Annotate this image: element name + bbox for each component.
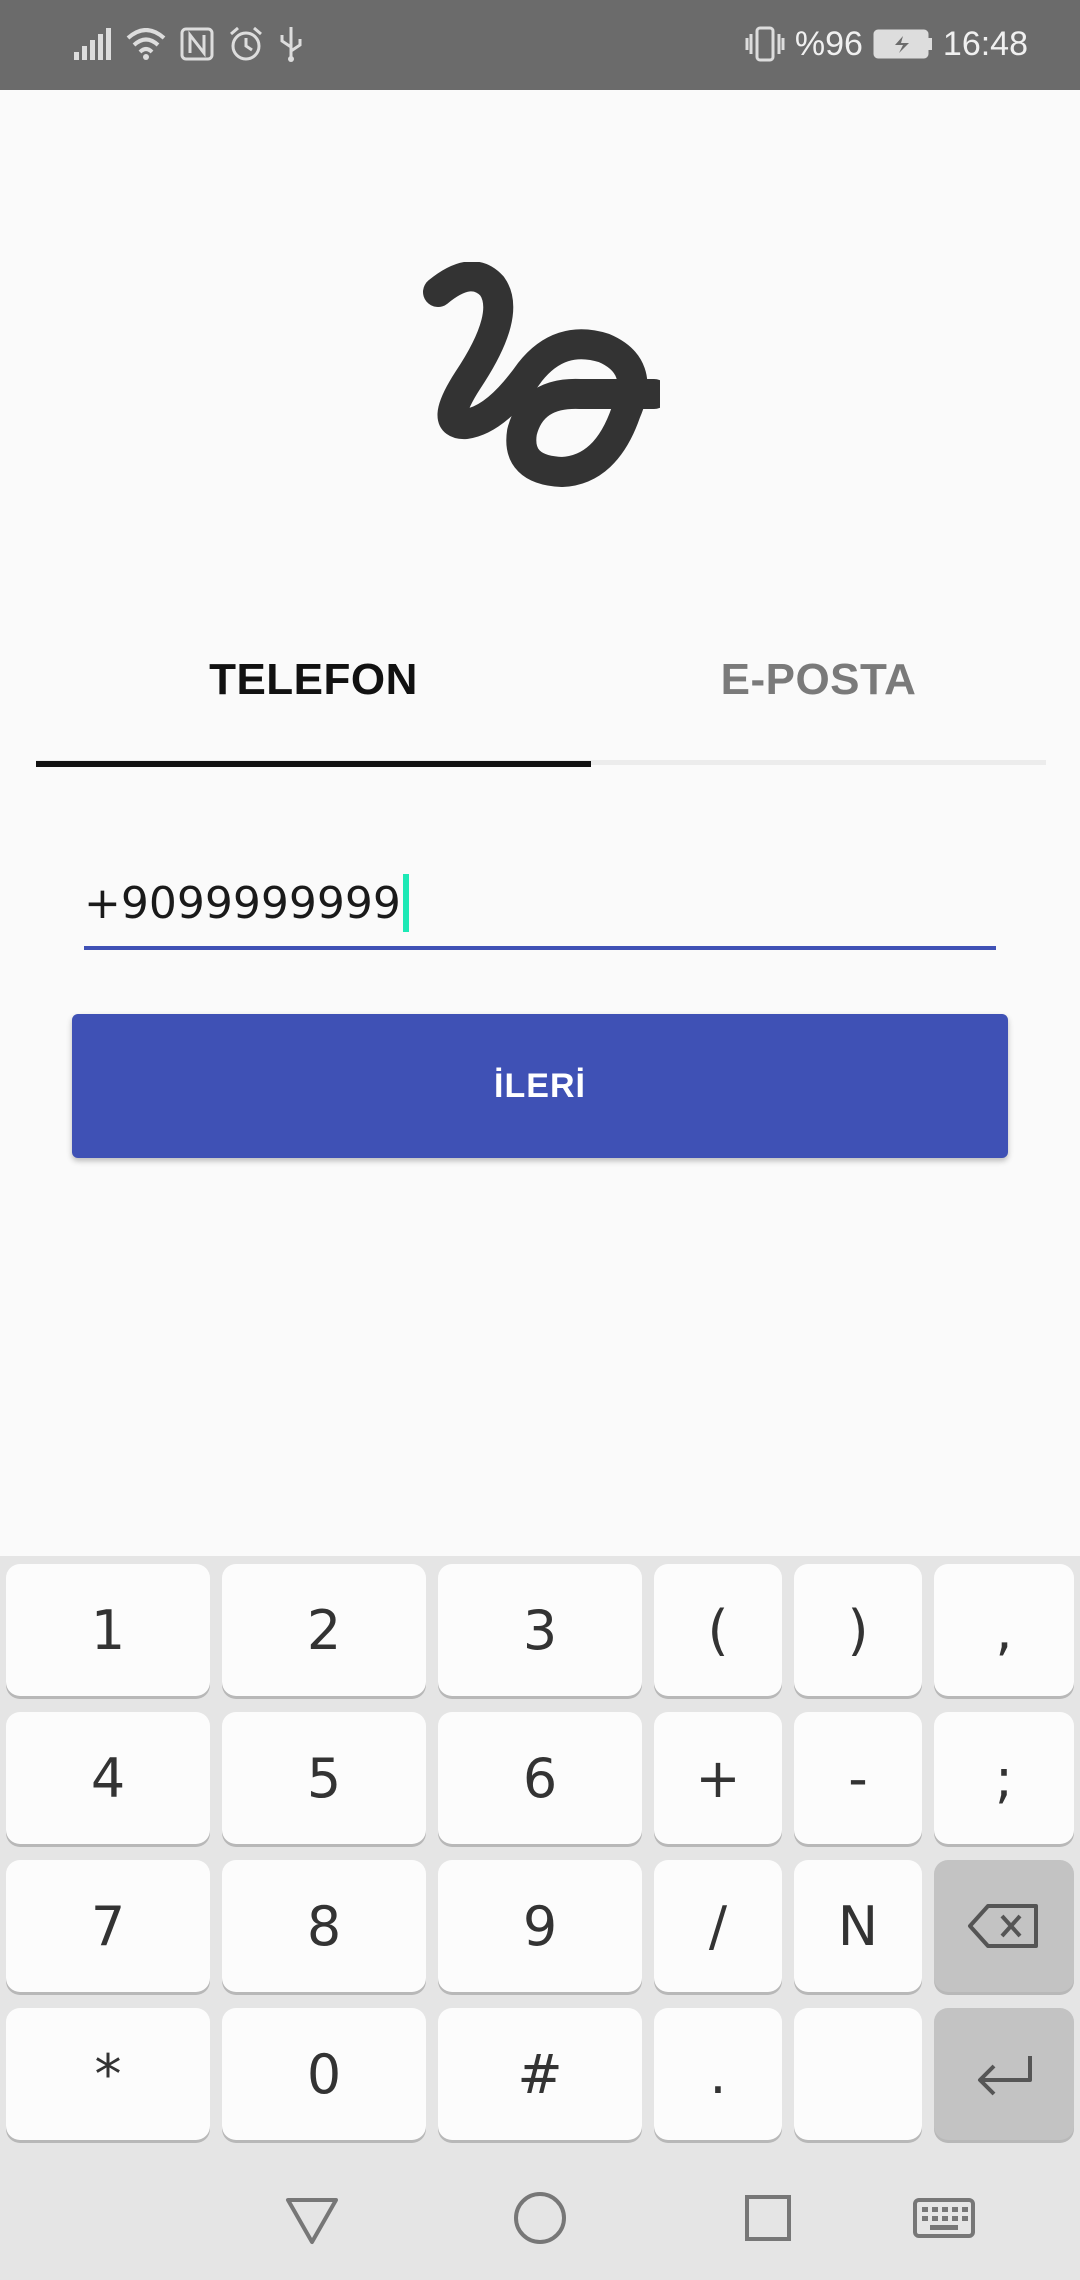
key-slash[interactable]: / bbox=[654, 1860, 782, 1992]
key-hash[interactable]: # bbox=[438, 2008, 642, 2140]
battery-percent: %96 bbox=[794, 24, 863, 63]
key-comma[interactable]: , bbox=[934, 1564, 1074, 1696]
key-blank[interactable] bbox=[794, 2008, 922, 2140]
status-right-icons: %96 16:48 bbox=[745, 22, 1028, 66]
key-minus[interactable]: - bbox=[794, 1712, 922, 1844]
key-semicolon[interactable]: ; bbox=[934, 1712, 1074, 1844]
backspace-icon bbox=[968, 1904, 1038, 1948]
key-n[interactable]: N bbox=[794, 1860, 922, 1992]
app-logo bbox=[420, 261, 669, 502]
phone-input-value: +9099999999 bbox=[84, 877, 401, 929]
keyboard-toggle-icon[interactable] bbox=[912, 2188, 976, 2248]
key-7[interactable]: 7 bbox=[6, 1860, 210, 1992]
phone-input-value-wrap: +9099999999 bbox=[84, 874, 409, 932]
key-5[interactable]: 5 bbox=[222, 1712, 426, 1844]
key-left-paren[interactable]: ( bbox=[654, 1564, 782, 1696]
tab-active-indicator bbox=[36, 761, 591, 767]
key-plus[interactable]: + bbox=[654, 1712, 782, 1844]
key-8[interactable]: 8 bbox=[222, 1860, 426, 1992]
numeric-keyboard: 1 2 3(), 4 5 6 + -; 7 8 9/N * 0 #. bbox=[0, 1556, 1080, 2156]
status-bar: %96 16:48 bbox=[0, 0, 1080, 90]
key-9[interactable]: 9 bbox=[438, 1860, 642, 1992]
status-time: 16:48 bbox=[942, 24, 1028, 63]
signal-icon bbox=[74, 22, 112, 66]
key-0[interactable]: 0 bbox=[222, 2008, 426, 2140]
text-cursor bbox=[402, 874, 409, 932]
status-left-icons bbox=[74, 22, 304, 66]
key-backspace[interactable] bbox=[934, 1860, 1074, 1992]
usb-icon bbox=[278, 22, 304, 66]
tab-phone[interactable]: TELEFON bbox=[36, 600, 591, 760]
enter-icon bbox=[978, 2056, 1032, 2096]
key-right-paren[interactable]: ) bbox=[794, 1564, 922, 1696]
wifi-icon bbox=[126, 22, 166, 66]
key-asterisk[interactable]: * bbox=[6, 2008, 210, 2140]
tab-email[interactable]: E-POSTA bbox=[591, 600, 1046, 760]
key-1[interactable]: 1 bbox=[6, 1564, 210, 1696]
nfc-icon bbox=[180, 22, 214, 66]
navigation-bar bbox=[0, 2156, 1080, 2280]
alarm-icon bbox=[228, 22, 264, 66]
key-6[interactable]: 6 bbox=[438, 1712, 642, 1844]
key-enter[interactable] bbox=[934, 2008, 1074, 2140]
battery-charging-icon bbox=[873, 22, 933, 66]
recents-nav-icon[interactable] bbox=[738, 2188, 798, 2248]
key-3[interactable]: 3 bbox=[438, 1564, 642, 1696]
key-4[interactable]: 4 bbox=[6, 1712, 210, 1844]
key-period[interactable]: . bbox=[654, 2008, 782, 2140]
home-nav-icon[interactable] bbox=[510, 2188, 570, 2248]
next-button[interactable]: İLERİ bbox=[72, 1014, 1008, 1158]
vibrate-icon bbox=[745, 22, 785, 66]
login-method-tabs: TELEFON E-POSTA bbox=[36, 600, 1046, 770]
key-2[interactable]: 2 bbox=[222, 1564, 426, 1696]
back-nav-icon[interactable] bbox=[282, 2188, 342, 2248]
phone-input[interactable]: +9099999999 bbox=[84, 860, 996, 950]
